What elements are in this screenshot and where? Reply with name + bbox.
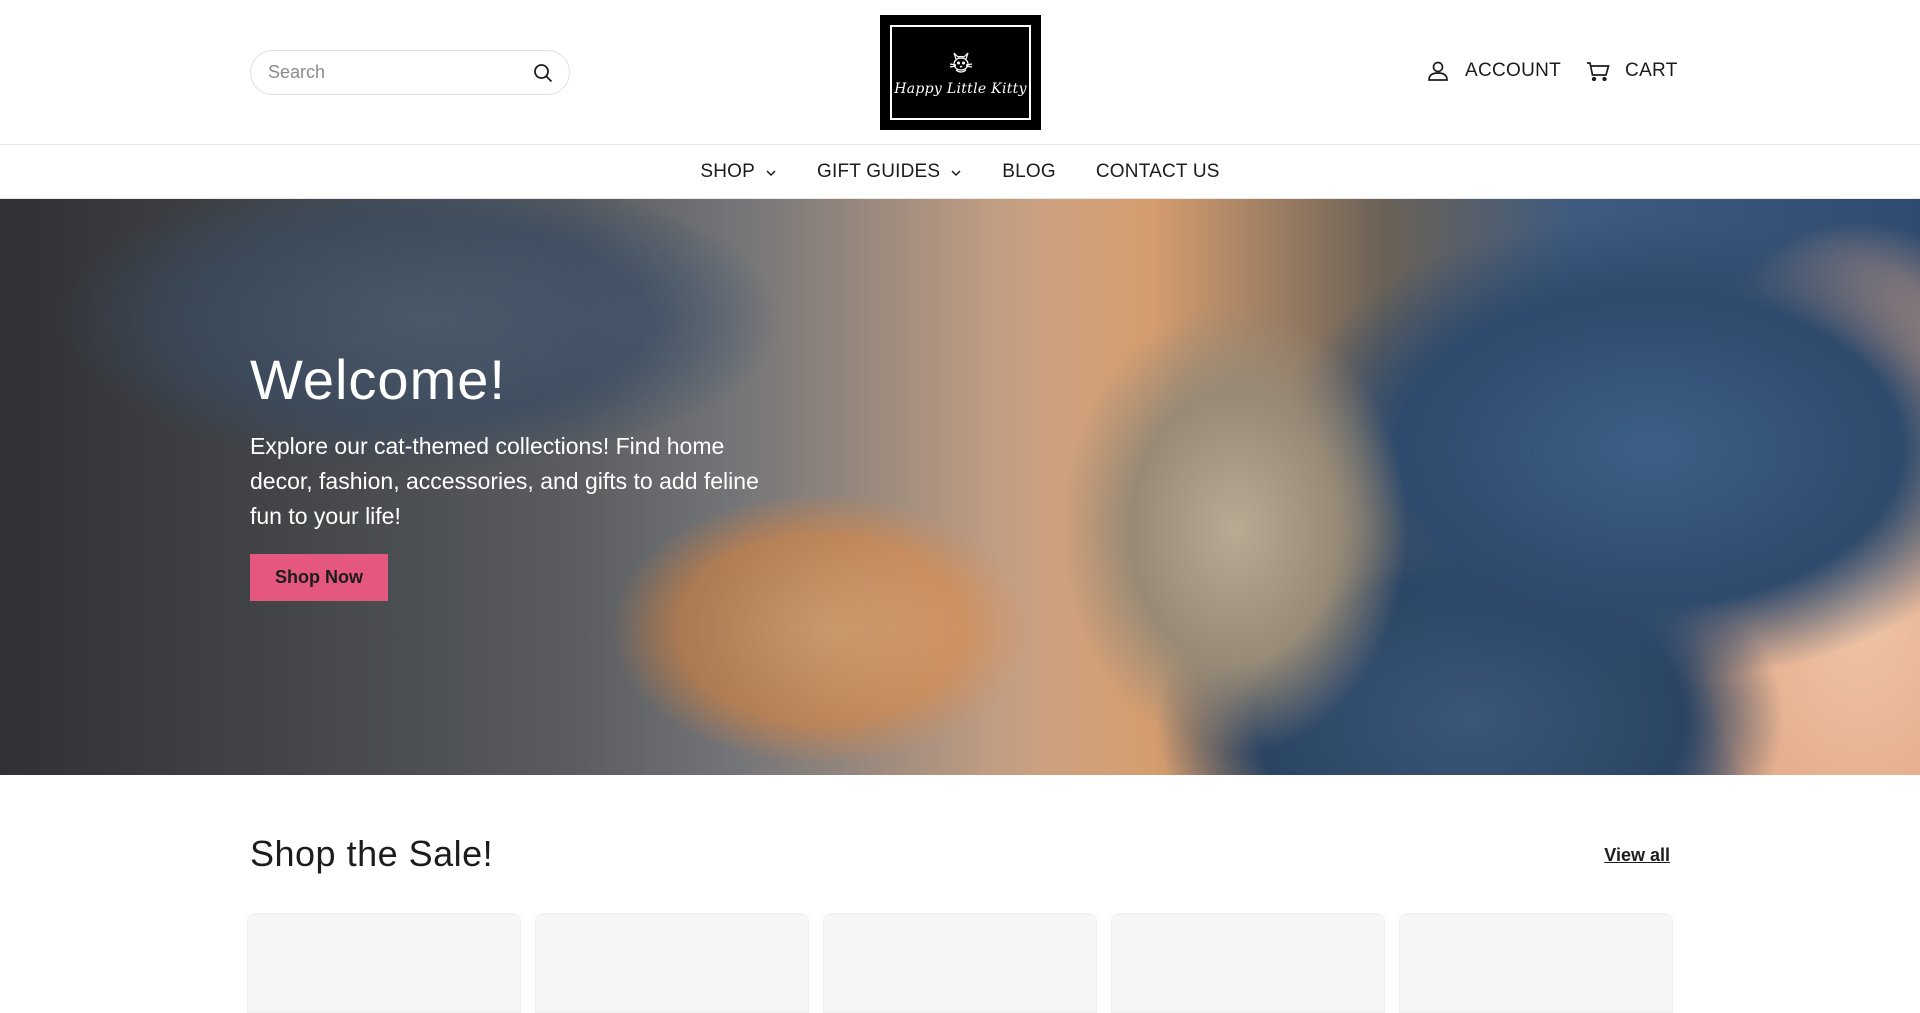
nav-item-label: SHOP (700, 160, 756, 182)
nav-item-blog[interactable]: BLOG (1002, 161, 1056, 183)
hero-description: Explore our cat-themed collections! Find… (250, 432, 759, 529)
hero-title: Welcome! (250, 348, 506, 411)
nav-item-label: BLOG (1002, 160, 1056, 182)
product-card[interactable] (1111, 913, 1385, 1013)
search-bar[interactable] (250, 50, 570, 95)
user-icon (1428, 61, 1448, 81)
account-label: ACCOUNT (1465, 60, 1562, 81)
site-header: Happy Little Kitty ACCOUNT CART (0, 0, 1920, 145)
sale-section: Shop the Sale! View all (0, 775, 1920, 895)
shop-now-button[interactable]: Shop Now (250, 553, 388, 601)
cart-link[interactable]: CART (1585, 58, 1678, 84)
nav-item-label: GIFT GUIDES (817, 160, 941, 182)
chevron-down-icon (766, 169, 776, 176)
logo-frame: Happy Little Kitty (890, 25, 1031, 120)
hero-banner: Welcome! Explore our cat-themed collecti… (0, 199, 1920, 775)
product-grid (247, 913, 1673, 1013)
product-card[interactable] (247, 913, 521, 1013)
nav-item-gift-guides[interactable]: GIFT GUIDES (817, 161, 962, 183)
logo-text: Happy Little Kitty (894, 80, 1027, 97)
product-card[interactable] (535, 913, 809, 1013)
header-actions: ACCOUNT CART (1425, 58, 1920, 84)
search-icon[interactable] (531, 61, 555, 85)
section-title: Shop the Sale! (250, 833, 494, 874)
product-card[interactable] (823, 913, 1097, 1013)
cat-icon (949, 52, 972, 73)
view-all-link[interactable]: View all (1604, 845, 1670, 866)
hero-content: Welcome! Explore our cat-themed collecti… (250, 349, 770, 601)
nav-item-label: CONTACT US (1095, 160, 1220, 182)
search-input[interactable] (268, 62, 531, 83)
main-nav: SHOP GIFT GUIDES BLOG CONTACT US (0, 145, 1920, 199)
nav-item-shop[interactable]: SHOP (700, 161, 777, 183)
cart-icon (1587, 62, 1610, 82)
chevron-down-icon (951, 169, 961, 176)
cart-label: CART (1625, 60, 1678, 81)
account-link[interactable]: ACCOUNT (1425, 58, 1561, 84)
store-logo[interactable]: Happy Little Kitty (880, 15, 1041, 130)
nav-item-contact-us[interactable]: CONTACT US (1096, 161, 1220, 183)
product-card[interactable] (1399, 913, 1673, 1013)
